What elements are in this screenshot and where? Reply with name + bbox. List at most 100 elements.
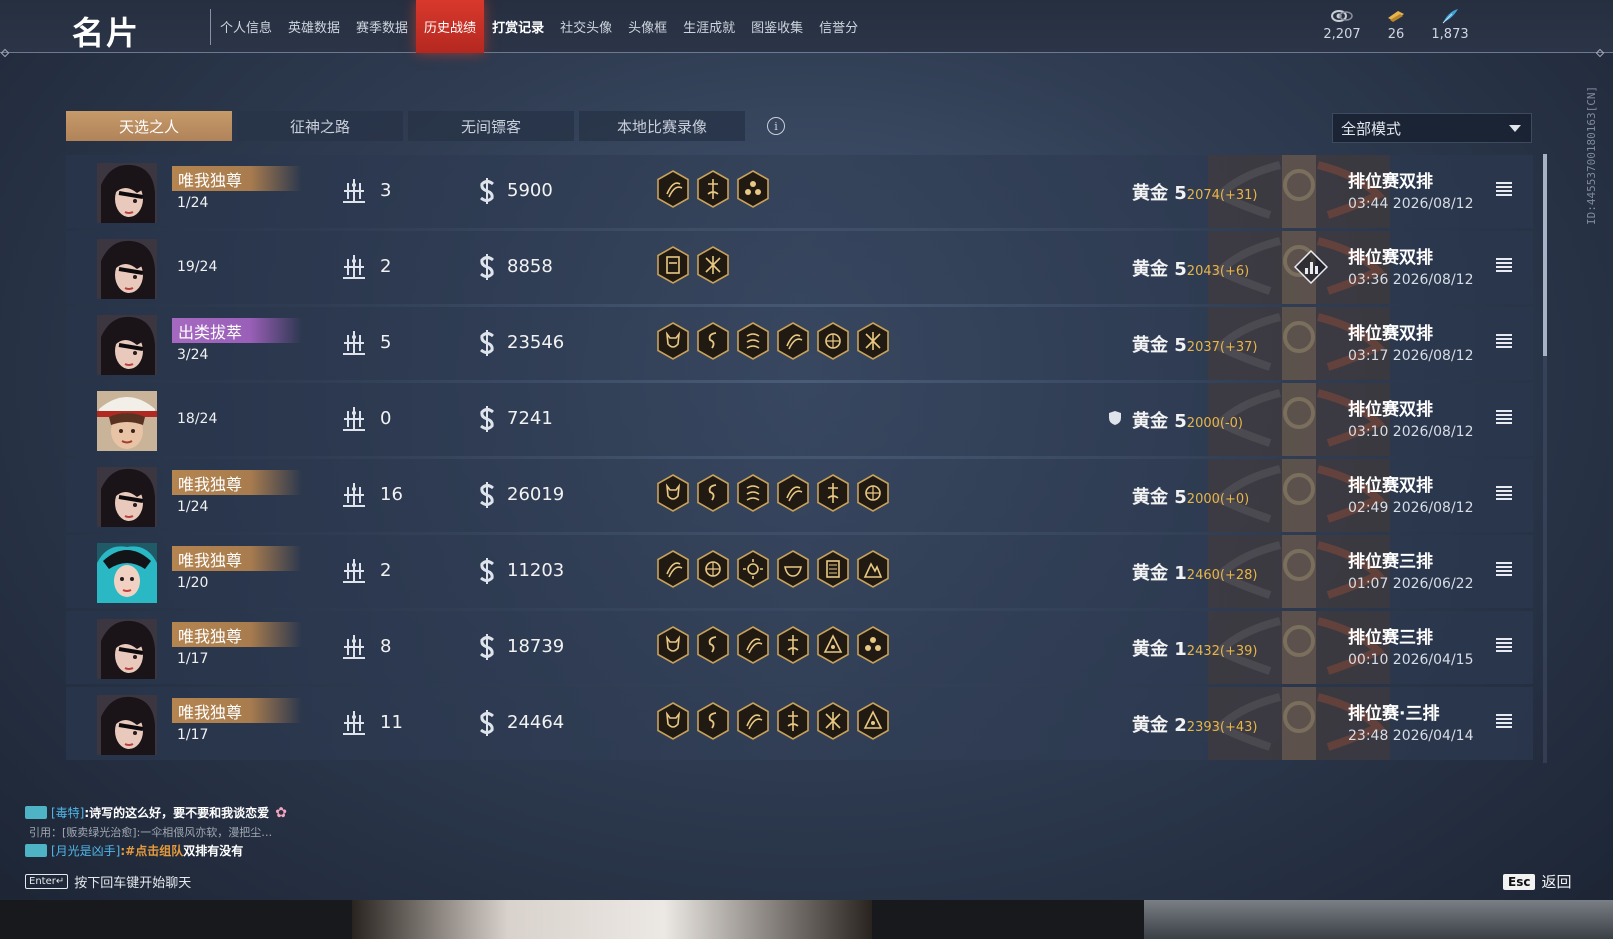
menu-line	[1496, 270, 1512, 272]
pyramid-trait-icon[interactable]	[816, 626, 850, 664]
menu-line	[1496, 266, 1512, 268]
star-trait-icon[interactable]	[696, 246, 730, 284]
demon-trait-icon[interactable]	[656, 626, 690, 664]
lotus-trait-icon[interactable]	[696, 550, 730, 588]
menu-icon[interactable]	[1496, 258, 1512, 272]
menu-icon[interactable]	[1496, 562, 1512, 576]
stats-chart-icon[interactable]	[1293, 249, 1329, 285]
sword-trait-icon[interactable]	[816, 474, 850, 512]
chat-text: 双排有没有	[183, 844, 244, 858]
pyramid-trait-icon[interactable]	[856, 702, 890, 740]
chevron-down-icon	[1509, 125, 1521, 132]
kills-icon	[340, 633, 368, 661]
trait-list	[656, 626, 890, 664]
chat-input-hint[interactable]: Enter↵ 按下回车键开始聊天	[25, 872, 191, 891]
dragon-trait-icon[interactable]	[696, 322, 730, 360]
menu-line	[1496, 486, 1512, 488]
mountain-trait-icon[interactable]	[856, 550, 890, 588]
mode-filter-select[interactable]: 全部模式	[1332, 113, 1532, 143]
sword-trait-icon[interactable]	[776, 626, 810, 664]
demon-trait-icon[interactable]	[656, 474, 690, 512]
chat-quote-text: 引用：[贩卖绿光治愈]:一伞相偎风亦软，漫把尘…	[29, 825, 273, 839]
match-row[interactable]: 唯我独尊 1/24 3 5900 黄金 52074(+31) 排位赛双排 03:44 202…	[66, 155, 1533, 228]
menu-icon[interactable]	[1496, 486, 1512, 500]
cluster-trait-icon[interactable]	[736, 170, 770, 208]
nav-item[interactable]: 打赏记录	[484, 0, 552, 53]
lotus-trait-icon[interactable]	[856, 474, 890, 512]
wave-trait-icon[interactable]	[736, 322, 770, 360]
nav-item[interactable]: 头像框	[620, 0, 675, 53]
chat-text: :诗写的这么好，要不要和我谈恋爱	[84, 806, 270, 820]
mask-trait-icon[interactable]	[656, 246, 690, 284]
match-row[interactable]: 唯我独尊 1/20 2 11203 黄金 12460(+28) 排位赛三排 01:07 20…	[66, 535, 1533, 608]
match-row[interactable]: 19/24 2 8858 黄金 52043(+6) 排位赛双排 03:36 2026/08…	[66, 231, 1533, 304]
wave-trait-icon[interactable]	[736, 474, 770, 512]
chat-sender[interactable]: [月光是凶手]	[51, 842, 120, 859]
menu-icon[interactable]	[1496, 182, 1512, 196]
menu-icon[interactable]	[1496, 334, 1512, 348]
nav-item[interactable]: 历史战绩	[416, 0, 485, 53]
star-trait-icon[interactable]	[856, 322, 890, 360]
nav-item[interactable]: 社交头像	[552, 0, 620, 53]
nav-item[interactable]: 赛季数据	[348, 0, 416, 53]
nav-item[interactable]: 信誉分	[811, 0, 866, 53]
placement: 1/17	[177, 651, 209, 667]
nav-item[interactable]: 英雄数据	[280, 0, 348, 53]
rank-tier: 黄金 5	[1132, 487, 1187, 508]
nav-item[interactable]: 生涯成就	[675, 0, 743, 53]
hero-avatar	[97, 163, 157, 223]
tab[interactable]: 天选之人	[66, 111, 232, 141]
demon-trait-icon[interactable]	[656, 322, 690, 360]
join-team-link[interactable]: :#点击组队	[120, 842, 183, 859]
match-time: 00:10 2026/04/15	[1348, 652, 1474, 668]
menu-line	[1496, 498, 1512, 500]
damage-value: 7241	[507, 408, 553, 429]
claw-trait-icon[interactable]	[776, 322, 810, 360]
bowl-trait-icon[interactable]	[776, 550, 810, 588]
match-row[interactable]: 唯我独尊 1/24 16 26019 黄金 52000(+0) 排位赛双排 02:49 20…	[66, 459, 1533, 532]
dragon-trait-icon[interactable]	[696, 626, 730, 664]
tab[interactable]: 无间镖客	[408, 111, 574, 141]
dragon-trait-icon[interactable]	[696, 702, 730, 740]
claw-trait-icon[interactable]	[656, 550, 690, 588]
match-row[interactable]: 18/24 0 7241 黄金 52000(-0) 排位赛双排 03:10 2026/08…	[66, 383, 1533, 456]
claw-trait-icon[interactable]	[736, 702, 770, 740]
menu-icon[interactable]	[1496, 410, 1512, 424]
claw-trait-icon[interactable]	[736, 626, 770, 664]
match-row[interactable]: 唯我独尊 1/17 11 24464 黄金 22393(+43) 排位赛·三排 23:48 …	[66, 687, 1533, 760]
scrollbar-thumb[interactable]	[1543, 154, 1547, 356]
dragon-trait-icon[interactable]	[696, 474, 730, 512]
sword-trait-icon[interactable]	[696, 170, 730, 208]
title-badge: 唯我独尊	[172, 622, 302, 647]
rank-label: 黄金 52043(+6)	[1132, 255, 1249, 281]
tab[interactable]: 本地比赛录像	[579, 111, 745, 141]
menu-line	[1496, 562, 1512, 564]
cluster-trait-icon[interactable]	[856, 626, 890, 664]
nav-item[interactable]: 个人信息	[212, 0, 280, 53]
title-badge: 唯我独尊	[172, 698, 302, 723]
back-button[interactable]: Esc 返回	[1503, 871, 1571, 892]
match-row[interactable]: 出类拔萃 3/24 5 23546 黄金 52037(+37) 排位赛双排 03:17 20…	[66, 307, 1533, 380]
sword-trait-icon[interactable]	[776, 702, 810, 740]
placement: 1/24	[177, 499, 209, 515]
menu-line	[1496, 346, 1512, 348]
demon-trait-icon[interactable]	[656, 702, 690, 740]
currency-feather: 1,873	[1420, 8, 1480, 42]
info-icon[interactable]: i	[767, 117, 785, 135]
chat-hint-text: 按下回车键开始聊天	[74, 876, 192, 891]
claw-trait-icon[interactable]	[776, 474, 810, 512]
chat-channel-icon	[25, 844, 47, 857]
lotus-trait-icon[interactable]	[816, 322, 850, 360]
menu-icon[interactable]	[1496, 638, 1512, 652]
star-trait-icon[interactable]	[816, 702, 850, 740]
sun-trait-icon[interactable]	[736, 550, 770, 588]
chat-sender[interactable]: [毒特]	[51, 804, 84, 821]
tab[interactable]: 征神之路	[237, 111, 403, 141]
claw-trait-icon[interactable]	[656, 170, 690, 208]
nav-item[interactable]: 图鉴收集	[743, 0, 811, 53]
menu-icon[interactable]	[1496, 714, 1512, 728]
scroll-trait-icon[interactable]	[816, 550, 850, 588]
damage-value: 8858	[507, 256, 553, 277]
match-row[interactable]: 唯我独尊 1/17 8 18739 黄金 12432(+39) 排位赛三排 00:10 20…	[66, 611, 1533, 684]
damage-value: 18739	[507, 636, 565, 657]
